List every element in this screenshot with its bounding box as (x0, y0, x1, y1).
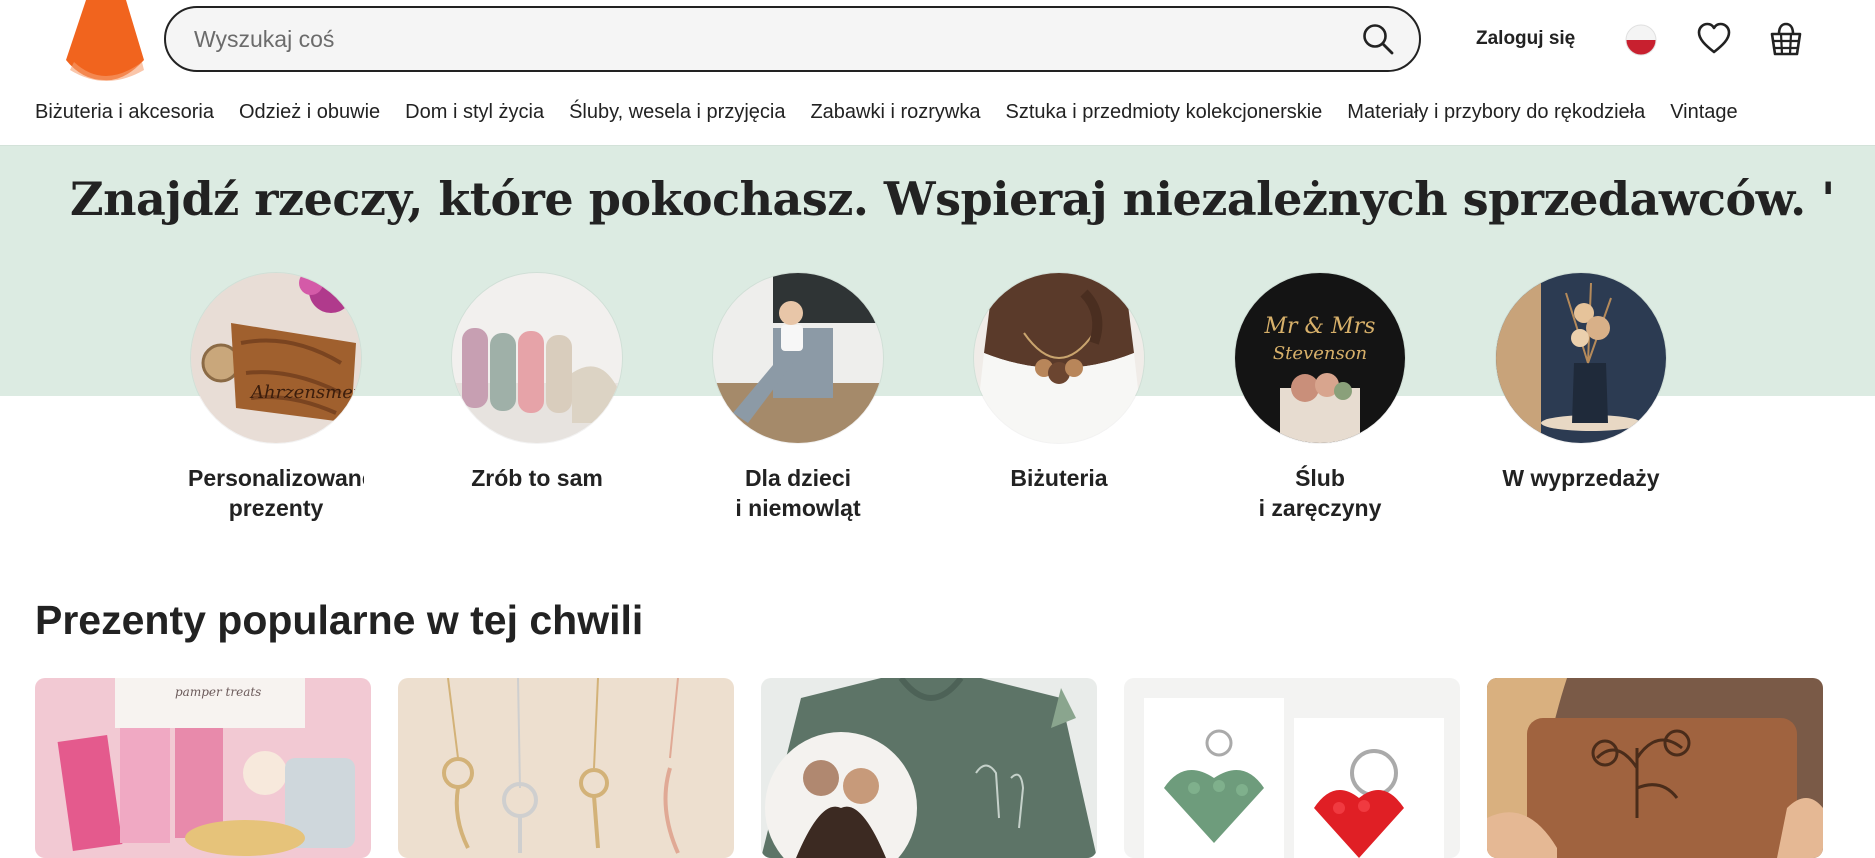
popular-gifts-title: Prezenty popularne w tej chwili (35, 597, 644, 643)
product-card[interactable] (1124, 678, 1460, 858)
circle-diy[interactable]: Zrób to sam (417, 273, 657, 493)
category-jewelry-accessories[interactable]: Biżuteria i akcesoria (35, 101, 214, 124)
circle-image (713, 273, 883, 443)
circle-image (452, 273, 622, 443)
circle-wedding-engagement[interactable]: Mr & Mrs Stevenson Ślub i zaręczyny (1200, 273, 1440, 523)
card-brand-text: pamper treats (175, 685, 261, 699)
category-art-collectibles[interactable]: Sztuka i przedmioty kolekcjonerskie (1006, 101, 1323, 124)
circle-jewelry[interactable]: Biżuteria (939, 273, 1179, 493)
category-home-living[interactable]: Dom i styl życia (405, 101, 544, 124)
heart-icon[interactable] (1697, 22, 1731, 56)
category-toys-entertainment[interactable]: Zabawki i rozrywka (810, 101, 980, 124)
product-card[interactable] (1487, 678, 1823, 858)
category-circles: Ahrzensmens Personalizowane prezenty Zró… (0, 273, 1875, 533)
shopping-basket-icon[interactable] (1769, 21, 1803, 57)
circle-label: Dla dzieci i niemowląt (735, 465, 861, 521)
circle-label: Personalizowane prezenty (188, 465, 364, 521)
circle-label: Ślub i zaręczyny (1258, 465, 1382, 521)
category-nav: Biżuteria i akcesoria Odzież i obuwie Do… (35, 101, 1738, 124)
category-clothing-shoes[interactable]: Odzież i obuwie (239, 101, 380, 124)
circle-label: W wyprzedaży (1502, 465, 1660, 491)
product-card[interactable] (398, 678, 734, 858)
circle-image: Ahrzensmens (191, 273, 361, 443)
login-link[interactable]: Zaloguj się (1476, 28, 1575, 50)
circle-image: Mr & Mrs Stevenson (1235, 273, 1405, 443)
product-card[interactable] (761, 678, 1097, 858)
circle-image (974, 273, 1144, 443)
category-vintage[interactable]: Vintage (1670, 101, 1737, 124)
svg-text:Ahrzensmens: Ahrzensmens (249, 382, 361, 403)
poland-flag-icon[interactable] (1625, 24, 1657, 56)
product-card[interactable]: pamper treats (35, 678, 371, 858)
circle-label: Biżuteria (1010, 465, 1108, 491)
circle-on-sale[interactable]: W wyprzedaży (1461, 273, 1701, 493)
etsy-logo-icon[interactable] (64, 0, 146, 82)
svg-text:Stevenson: Stevenson (1273, 343, 1367, 364)
popular-gifts-list: pamper treats (35, 678, 1845, 858)
circle-kids-babies[interactable]: Dla dzieci i niemowląt (678, 273, 918, 523)
category-craft-supplies[interactable]: Materiały i przybory do rękodzieła (1347, 101, 1645, 124)
circle-label: Zrób to sam (471, 465, 603, 491)
search-bar (164, 6, 1421, 72)
circle-image (1496, 273, 1666, 443)
search-icon (1363, 24, 1394, 55)
circle-personalized-gifts[interactable]: Ahrzensmens Personalizowane prezenty (156, 273, 396, 523)
svg-text:Mr & Mrs: Mr & Mrs (1264, 314, 1376, 339)
category-weddings-parties[interactable]: Śluby, wesela i przyjęcia (569, 101, 785, 124)
search-input[interactable] (166, 8, 1347, 70)
search-button[interactable] (1347, 8, 1409, 70)
hero-title: Znajdź rzeczy, które pokochasz. Wspieraj… (70, 172, 1835, 226)
